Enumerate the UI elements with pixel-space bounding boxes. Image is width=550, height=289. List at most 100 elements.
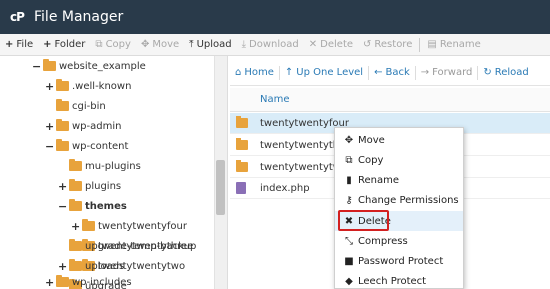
column-header-name[interactable]: Name <box>260 94 290 105</box>
undo-icon: ↺ <box>363 39 372 50</box>
arrow-right-icon: → <box>420 67 430 78</box>
tree-item-cgi-bin[interactable]: cgi-bin <box>45 96 106 116</box>
tree-scrollbar-thumb[interactable] <box>216 160 225 215</box>
move-icon: ✥ <box>344 134 354 146</box>
folder-icon <box>236 138 248 150</box>
context-menu-label: Move <box>358 134 385 146</box>
up-one-level-button[interactable]: ↑ Up One Level <box>280 67 368 78</box>
download-button[interactable]: ⤓ Download <box>237 34 304 56</box>
expand-toggle[interactable]: + <box>45 276 54 289</box>
context-menu-copy[interactable]: ⧉ Copy <box>335 150 463 170</box>
context-menu-move[interactable]: ✥ Move <box>335 130 463 150</box>
context-menu-label: Copy <box>358 154 384 166</box>
php-file-icon <box>236 182 246 194</box>
folder-icon <box>43 59 56 71</box>
context-menu-compress[interactable]: ⤡ Compress <box>335 231 463 251</box>
tree-item-plugins[interactable]: + plugins <box>58 176 121 196</box>
folder-icon <box>69 179 82 191</box>
tree-item-label: plugins <box>85 180 122 192</box>
arrow-left-icon: ← <box>374 67 383 78</box>
context-menu-rename[interactable]: ▮ Rename <box>335 170 463 190</box>
tree-item-label: wp-includes <box>72 276 132 288</box>
tree-item-wp-admin[interactable]: + wp-admin <box>45 116 121 136</box>
new-folder-button[interactable]: + Folder <box>38 34 90 56</box>
delete-highlight-box <box>338 210 389 231</box>
rename-button[interactable]: ▤ Rename <box>422 34 485 56</box>
copy-icon: ⧉ <box>345 154 353 166</box>
tree-item-label: website_example <box>59 60 146 72</box>
download-label: Download <box>249 39 299 50</box>
delete-label: Delete <box>320 39 354 50</box>
back-label: Back <box>385 67 410 78</box>
context-menu: ✥ Move ⧉ Copy ▮ Rename ⚷ Change Permissi… <box>334 127 464 289</box>
document-icon: ▮ <box>346 174 352 186</box>
plus-icon: + <box>5 39 14 50</box>
expand-toggle[interactable]: + <box>58 260 67 273</box>
tree-item-website-example[interactable]: − website_example <box>32 56 146 76</box>
navigation-bar: ⌂ Home ↑ Up One Level ← Back → Forward ↻… <box>230 60 550 86</box>
expand-toggle[interactable]: + <box>71 220 80 233</box>
reload-label: Reload <box>494 67 529 78</box>
rename-label: Rename <box>439 39 481 50</box>
folder-icon <box>236 160 248 172</box>
tree-item-wp-content[interactable]: − wp-content <box>45 136 128 156</box>
folder-icon <box>56 79 69 91</box>
tree-item-upgrade-temp-backup[interactable]: upgrade-temp-backup <box>58 236 196 256</box>
tree-item-wp-includes[interactable]: + wp-includes <box>45 272 132 289</box>
back-button[interactable]: ← Back <box>369 67 415 78</box>
key-icon: ⚷ <box>345 194 353 206</box>
collapse-toggle[interactable]: − <box>58 200 67 213</box>
new-folder-label: Folder <box>54 39 86 50</box>
toolbar-divider <box>419 37 421 52</box>
new-file-button[interactable]: + File <box>0 34 38 56</box>
folder-icon <box>56 119 69 131</box>
context-menu-label: Leech Protect <box>358 275 427 287</box>
expand-toggle[interactable]: + <box>45 120 54 133</box>
folder-icon <box>56 275 69 287</box>
x-icon: ✕ <box>308 39 318 50</box>
tree-item-label: twentytwentyfour <box>98 220 187 232</box>
forward-button[interactable]: → Forward <box>416 67 478 78</box>
tree-item-label: uploads <box>85 260 125 272</box>
copy-icon: ⧉ <box>95 39 103 50</box>
folder-open-icon <box>69 199 82 211</box>
expand-toggle[interactable]: + <box>58 180 67 193</box>
collapse-toggle[interactable]: − <box>45 140 54 153</box>
expand-toggle[interactable]: + <box>45 80 54 93</box>
tree-item-label: upgrade-temp-backup <box>85 240 197 252</box>
restore-button[interactable]: ↺ Restore <box>358 34 417 56</box>
tree-item-twentytwentyfour[interactable]: + twentytwentyfour <box>71 216 187 236</box>
arrow-up-icon: ↑ <box>284 67 294 78</box>
folder-icon <box>56 139 69 151</box>
file-list-header: Name <box>230 88 550 112</box>
tree-item-themes[interactable]: − themes <box>58 196 127 216</box>
context-menu-password-protect[interactable]: ■ Password Protect <box>335 251 463 271</box>
up-one-level-label: Up One Level <box>296 67 364 78</box>
delete-button[interactable]: ✕ Delete <box>304 34 358 56</box>
move-label: Move <box>152 39 180 50</box>
context-menu-label: Rename <box>358 174 400 186</box>
folder-icon <box>56 99 69 111</box>
app-header: cP File Manager <box>0 0 550 34</box>
home-button[interactable]: ⌂ Home <box>230 67 279 78</box>
move-button[interactable]: ✥ Move <box>136 34 184 56</box>
copy-button[interactable]: ⧉ Copy <box>90 34 136 56</box>
app-title: File Manager <box>34 9 124 25</box>
context-menu-change-permissions[interactable]: ⚷ Change Permissions <box>335 190 463 210</box>
compress-icon: ⤡ <box>345 235 353 247</box>
lock-icon: ■ <box>344 255 354 267</box>
tree-item-label: wp-content <box>72 140 129 152</box>
home-icon: ⌂ <box>235 67 242 78</box>
collapse-toggle[interactable]: − <box>32 60 41 73</box>
upload-button[interactable]: ⤒ Upload <box>184 34 236 56</box>
upload-label: Upload <box>196 39 232 50</box>
tree-item-well-known[interactable]: + .well-known <box>45 76 131 96</box>
plus-icon: + <box>43 39 52 50</box>
reload-button[interactable]: ↻ Reload <box>478 67 533 78</box>
context-menu-label: Password Protect <box>358 255 444 267</box>
context-menu-leech-protect[interactable]: ◆ Leech Protect <box>335 271 463 289</box>
folder-icon <box>82 219 95 231</box>
context-menu-label: Change Permissions <box>358 194 459 206</box>
restore-label: Restore <box>374 39 413 50</box>
tree-item-mu-plugins[interactable]: mu-plugins <box>58 156 141 176</box>
